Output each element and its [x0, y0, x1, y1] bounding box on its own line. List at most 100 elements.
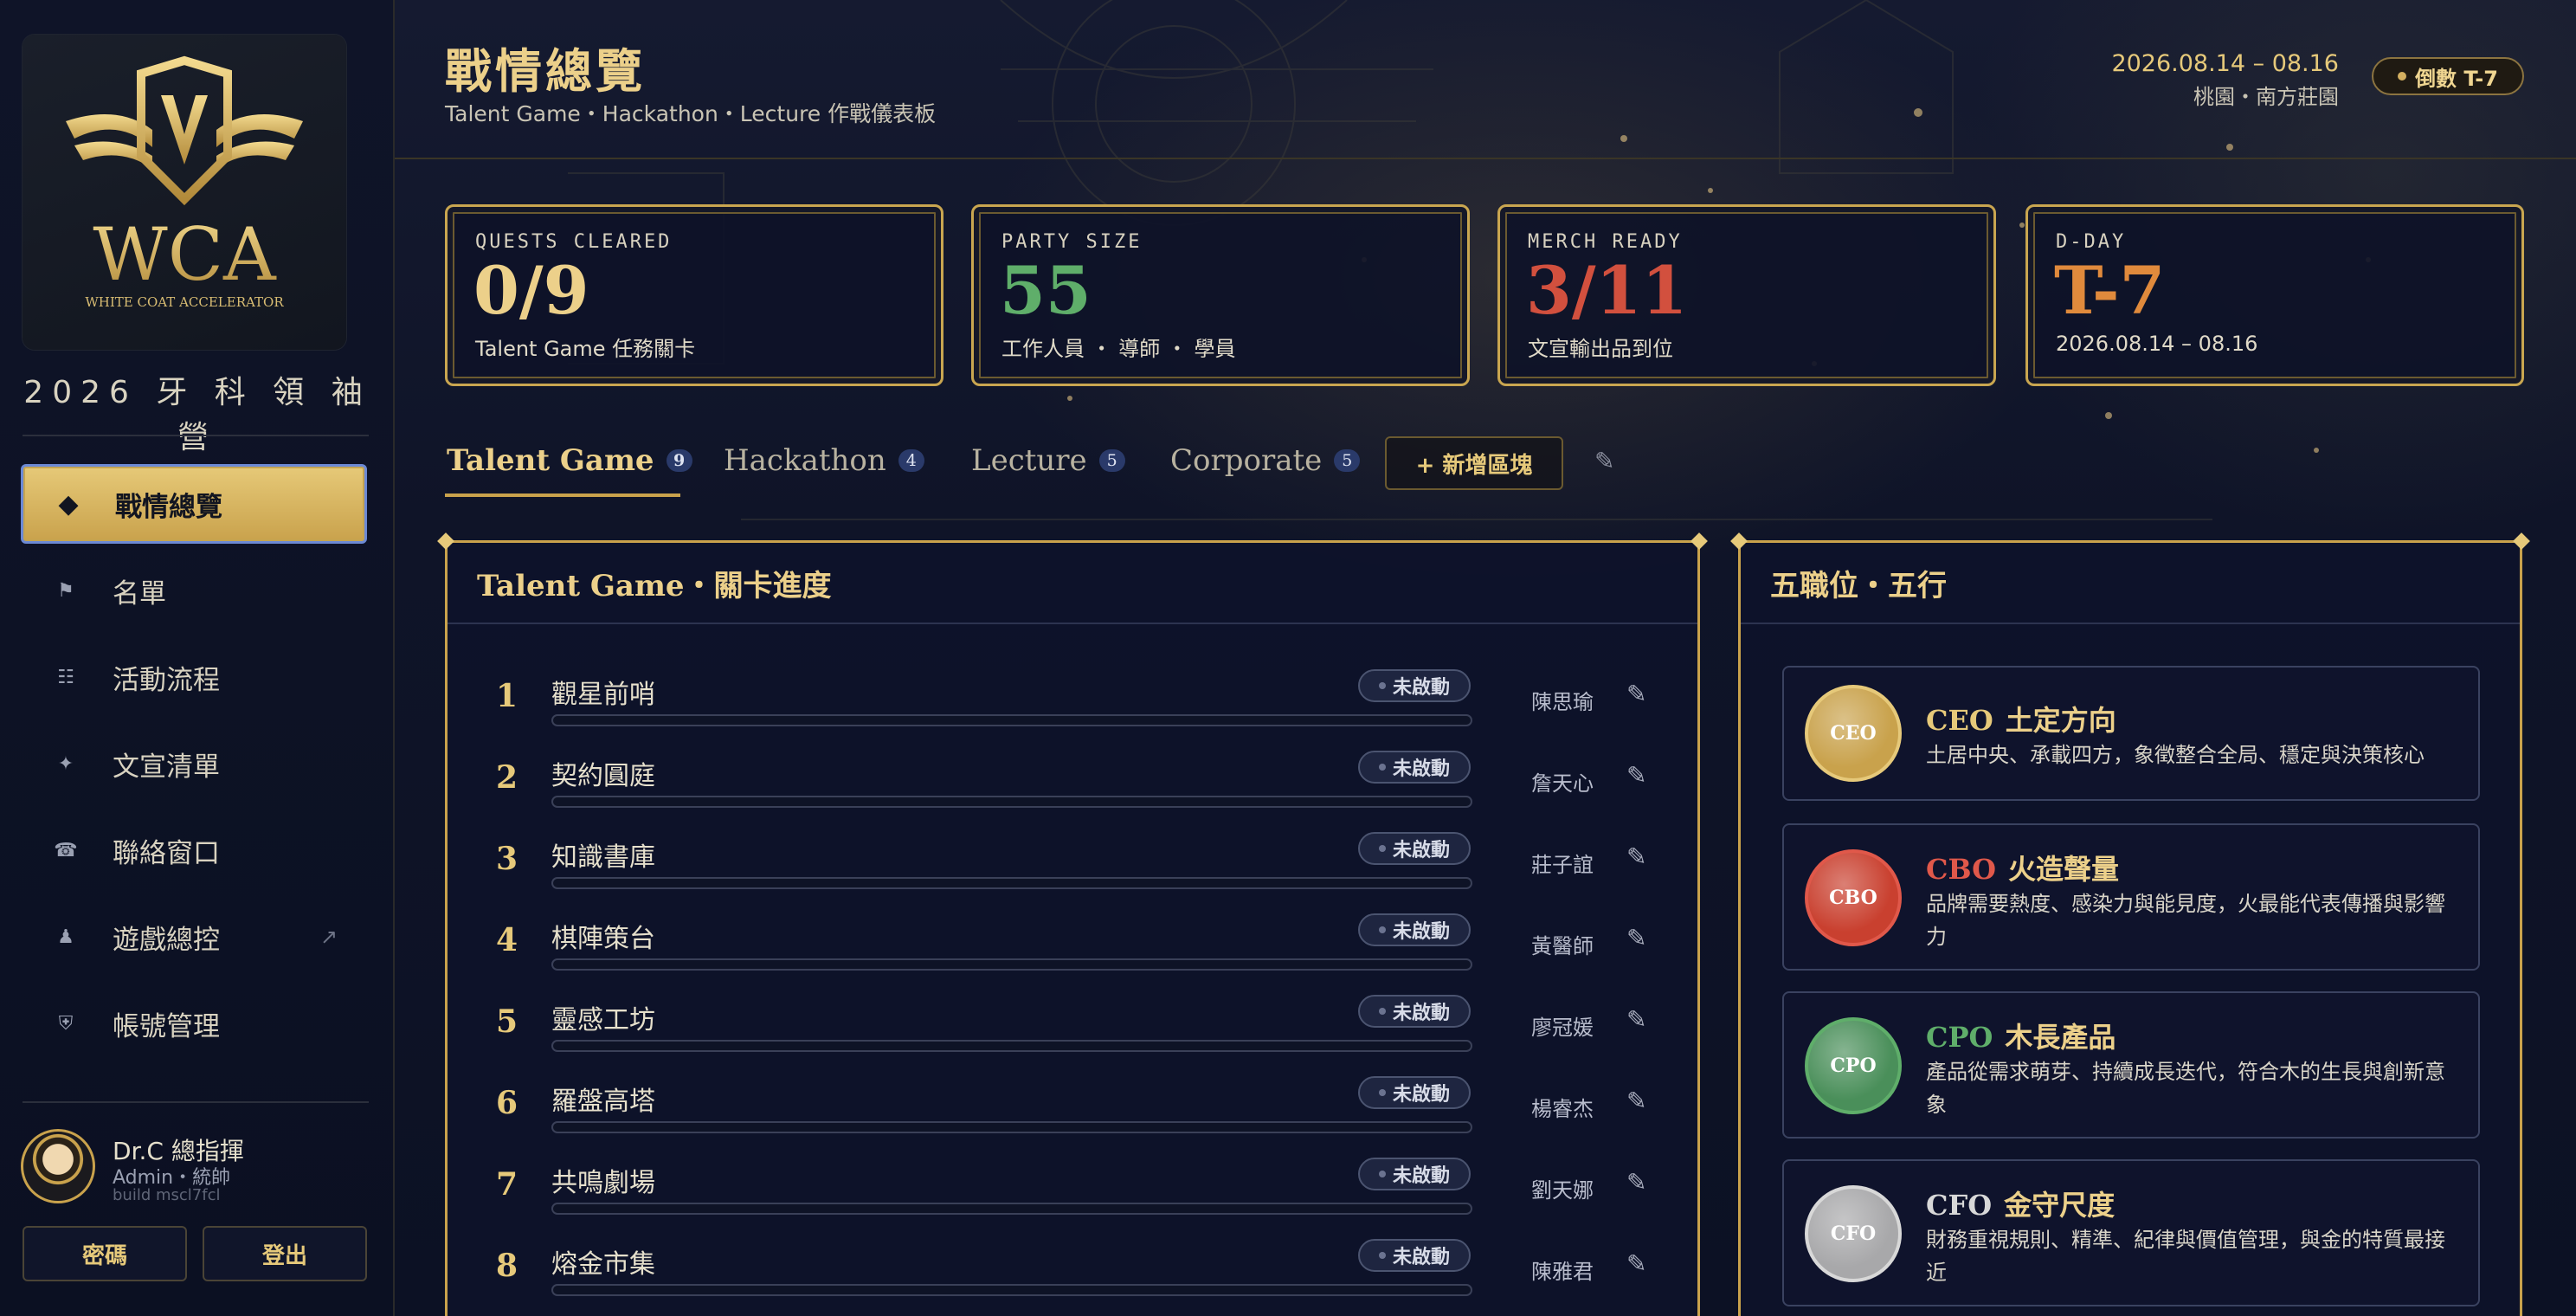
- edit-pencil-icon[interactable]: ✎: [1626, 1087, 1646, 1115]
- tab-corporate[interactable]: Corporate 5: [1170, 443, 1361, 478]
- role-element: 金守尺度: [2004, 1189, 2116, 1222]
- edit-pencil-icon[interactable]: ✎: [1626, 1249, 1646, 1278]
- nav-label: 帳號管理: [113, 1010, 220, 1042]
- role-code: CPO: [1926, 1021, 1993, 1054]
- stat-label: QUESTS CLEARED: [475, 231, 673, 253]
- tab-label: Talent Game: [447, 443, 654, 478]
- stat-card-party: PARTY SIZE 55 工作人員 ・ 導師 ・ 學員: [971, 204, 1470, 386]
- count-badge: 4: [898, 449, 924, 472]
- ceo-emblem-icon: CEO: [1805, 685, 1902, 782]
- add-zone-button[interactable]: + 新增區塊: [1385, 436, 1563, 490]
- tab-label: Lecture: [971, 443, 1087, 478]
- role-code: CEO: [1926, 704, 1993, 737]
- sparkle-icon: ✦: [57, 752, 74, 775]
- count-badge: 5: [1098, 449, 1125, 472]
- stat-label: MERCH READY: [1528, 231, 1683, 253]
- quest-owner: 黃醫師: [1531, 934, 1594, 958]
- cpo-emblem-icon: CPO: [1805, 1017, 1902, 1114]
- status-label: 未啟動: [1392, 921, 1450, 943]
- page-subtitle: Talent Game・Hackathon・Lecture 作戰儀表板: [445, 101, 937, 126]
- edit-pencil-icon[interactable]: ✎: [1626, 1168, 1646, 1197]
- status-dot-icon: [1378, 1008, 1386, 1015]
- nav-label: 活動流程: [113, 664, 220, 696]
- nav-item-contacts[interactable]: ☎ 聯絡窗口: [21, 810, 367, 890]
- role-card-ceo: CEO CEO 土定方向 土居中央、承載四方，象徵整合全局、穩定與決策核心: [1782, 666, 2480, 801]
- nav-item-merch[interactable]: ✦ 文宣清單: [21, 724, 367, 803]
- logout-button[interactable]: 登出: [203, 1226, 367, 1281]
- diamond-icon: ◆: [58, 488, 79, 519]
- countdown-badge: 倒數 T-7: [2372, 57, 2524, 95]
- quest-owner: 陳思瑜: [1531, 690, 1594, 714]
- quest-row[interactable]: 5 靈感工坊 未啟動 廖冠媛 ✎: [448, 990, 1697, 1071]
- edit-pencil-icon[interactable]: ✎: [1626, 761, 1646, 790]
- emblem-label: CEO: [1830, 722, 1877, 745]
- nav-item-accounts[interactable]: ⛨ 帳號管理: [21, 984, 367, 1063]
- stat-value: T-7: [2054, 252, 2166, 329]
- stat-desc: 2026.08.14 – 08.16: [2056, 332, 2258, 356]
- quest-name: 共鳴劇場: [551, 1168, 655, 1198]
- role-element: 木長產品: [2005, 1021, 2116, 1054]
- header-divider: [395, 158, 2576, 159]
- status-label: 未啟動: [1392, 1247, 1450, 1268]
- quest-name: 靈感工坊: [551, 1005, 655, 1035]
- stat-value: 0/9: [473, 252, 589, 329]
- edit-pencil-icon[interactable]: ✎: [1626, 842, 1646, 871]
- quest-owner: 陳雅君: [1531, 1260, 1594, 1284]
- role-title: CPO 木長產品: [1926, 1016, 2116, 1055]
- nav-item-roster[interactable]: ⚑ 名單: [21, 551, 367, 630]
- status-badge: 未啟動: [1358, 1076, 1471, 1109]
- tab-label: Corporate: [1170, 443, 1323, 478]
- quest-row[interactable]: 8 熔金市集 未啟動 陳雅君 ✎: [448, 1234, 1697, 1315]
- progress-bar: [551, 1203, 1472, 1215]
- status-badge: 未啟動: [1358, 995, 1471, 1028]
- status-badge: 未啟動: [1358, 669, 1471, 702]
- quest-number: 2: [496, 759, 518, 796]
- logo: WCA WHITE COAT ACCELERATOR: [23, 35, 346, 350]
- status-dot-icon: [1378, 1171, 1386, 1177]
- edit-pencil-icon[interactable]: ✎: [1626, 680, 1646, 708]
- nav-item-game-control[interactable]: ♟ 遊戲總控 ↗: [21, 897, 367, 977]
- svg-text:WHITE COAT ACCELERATOR: WHITE COAT ACCELERATOR: [85, 294, 284, 310]
- quest-number: 3: [496, 841, 518, 877]
- progress-bar: [551, 1121, 1472, 1133]
- edit-tabs-pencil-icon[interactable]: ✎: [1594, 447, 1614, 475]
- password-button[interactable]: 密碼: [23, 1226, 187, 1281]
- stat-card-dday: D-DAY T-7 2026.08.14 – 08.16: [2025, 204, 2524, 386]
- progress-bar: [551, 714, 1472, 726]
- status-dot-icon: [1378, 682, 1386, 689]
- role-code: CBO: [1926, 853, 1996, 886]
- countdown-label: 倒數 T-7: [2415, 66, 2498, 91]
- status-badge: 未啟動: [1358, 1158, 1471, 1190]
- nav-item-schedule[interactable]: ☷ 活動流程: [21, 637, 367, 717]
- emblem-label: CBO: [1829, 887, 1877, 909]
- stat-label: D-DAY: [2056, 231, 2127, 253]
- divider: [23, 435, 369, 436]
- status-dot-icon: [1378, 845, 1386, 852]
- quest-row[interactable]: 3 知識書庫 未啟動 莊子誼 ✎: [448, 827, 1697, 908]
- edit-pencil-icon[interactable]: ✎: [1626, 1005, 1646, 1034]
- nav-label: 戰情總覽: [115, 491, 222, 523]
- status-badge: 未啟動: [1358, 751, 1471, 784]
- quest-row[interactable]: 7 共鳴劇場 未啟動 劉天娜 ✎: [448, 1152, 1697, 1234]
- edit-pencil-icon[interactable]: ✎: [1626, 924, 1646, 952]
- quest-row[interactable]: 1 觀星前哨 未啟動 陳思瑜 ✎: [448, 664, 1697, 745]
- quest-row[interactable]: 2 契約圓庭 未啟動 詹天心 ✎: [448, 745, 1697, 827]
- status-label: 未啟動: [1392, 840, 1450, 861]
- avatar: [21, 1129, 95, 1203]
- role-card-cfo: CFO CFO 金守尺度 財務重視規則、精準、紀律與價值管理，與金的特質最接近: [1782, 1159, 2480, 1306]
- status-badge: 未啟動: [1358, 1239, 1471, 1272]
- nav-item-overview[interactable]: ◆ 戰情總覽: [21, 464, 367, 544]
- quest-row[interactable]: 6 羅盤高塔 未啟動 楊睿杰 ✎: [448, 1071, 1697, 1152]
- quest-name: 觀星前哨: [551, 680, 655, 710]
- cbo-emblem-icon: CBO: [1805, 849, 1902, 946]
- tab-talent-game[interactable]: Talent Game 9: [447, 443, 692, 478]
- tab-hackathon[interactable]: Hackathon 4: [724, 443, 924, 478]
- role-element: 火造聲量: [2007, 853, 2119, 886]
- tab-lecture[interactable]: Lecture 5: [971, 443, 1125, 478]
- progress-bar: [551, 796, 1472, 808]
- quest-row[interactable]: 4 棋陣策台 未啟動 黃醫師 ✎: [448, 908, 1697, 990]
- quest-number: 5: [496, 1003, 518, 1040]
- role-title: CFO 金守尺度: [1926, 1184, 2115, 1223]
- page-title: 戰情總覽: [445, 43, 646, 99]
- status-label: 未啟動: [1392, 758, 1450, 780]
